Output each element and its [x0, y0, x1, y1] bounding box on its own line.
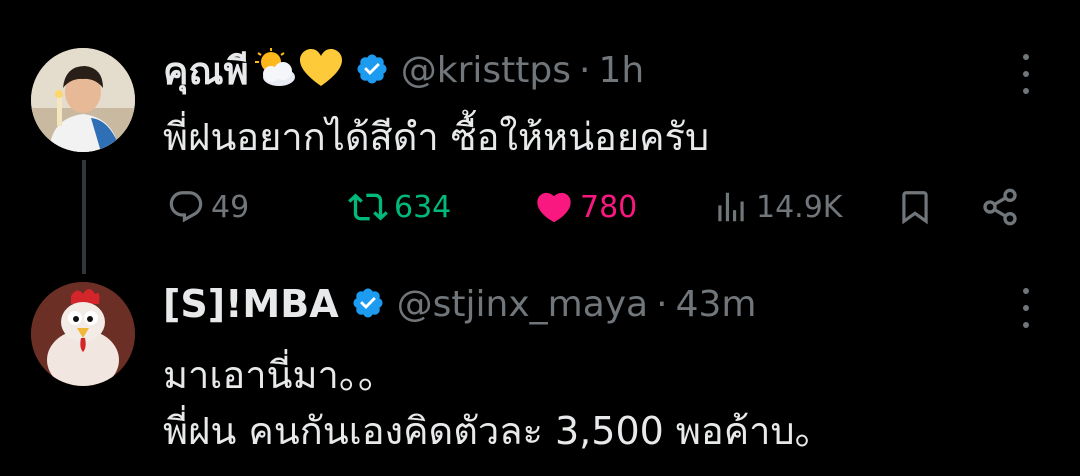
tweet-text-line-2: พี่ฝน คนกันเองคิดตัวละ 3,500 พอค้าบ。 [163, 409, 833, 453]
views-button[interactable]: 14.9K [712, 182, 842, 232]
share-icon [983, 188, 1017, 226]
user-handle[interactable]: @stjinx_maya [397, 284, 649, 325]
display-name[interactable]: [S]!MBA [163, 282, 339, 326]
avatar-photo [31, 48, 135, 152]
view-count: 14.9K [756, 189, 843, 225]
more-options-icon[interactable] [1018, 54, 1034, 94]
reply-icon [169, 191, 203, 223]
timestamp[interactable]: 43m [676, 284, 757, 325]
reply-button[interactable]: 49 [167, 182, 249, 232]
bookmark-button[interactable] [896, 182, 934, 232]
separator-dot: · [578, 49, 591, 91]
avatar[interactable] [31, 282, 135, 386]
bookmark-icon [902, 191, 928, 225]
display-name[interactable]: คุณพี [163, 40, 249, 101]
like-button[interactable]: 780 [534, 182, 637, 232]
avatar-photo [31, 282, 135, 386]
separator-dot: · [656, 283, 668, 325]
sun-behind-cloud-emoji [253, 48, 297, 92]
retweet-icon [348, 193, 388, 221]
tweet-text-line-1: มาเอานี่มา。。 [163, 353, 396, 397]
avatar[interactable] [31, 48, 135, 152]
verified-badge-icon[interactable] [351, 286, 385, 324]
retweet-button[interactable]: 634 [348, 182, 451, 232]
tweet-text: พี่ฝนอยากได้สีดำ ซื้อให้หน่อยครับ [163, 115, 710, 159]
verified-badge-icon[interactable] [355, 52, 389, 90]
tweet-actions: 49 634 780 14.9K [0, 182, 1080, 232]
user-handle[interactable]: @kristtps [401, 50, 571, 91]
like-count: 780 [580, 189, 638, 225]
share-button[interactable] [980, 182, 1020, 232]
retweet-count: 634 [394, 189, 452, 225]
more-options-icon[interactable] [1018, 288, 1034, 328]
timestamp[interactable]: 1h [598, 50, 644, 91]
yellow-heart-emoji [299, 48, 343, 92]
heart-filled-icon [537, 192, 571, 223]
analytics-icon [718, 192, 744, 222]
reply-count: 49 [211, 189, 250, 225]
